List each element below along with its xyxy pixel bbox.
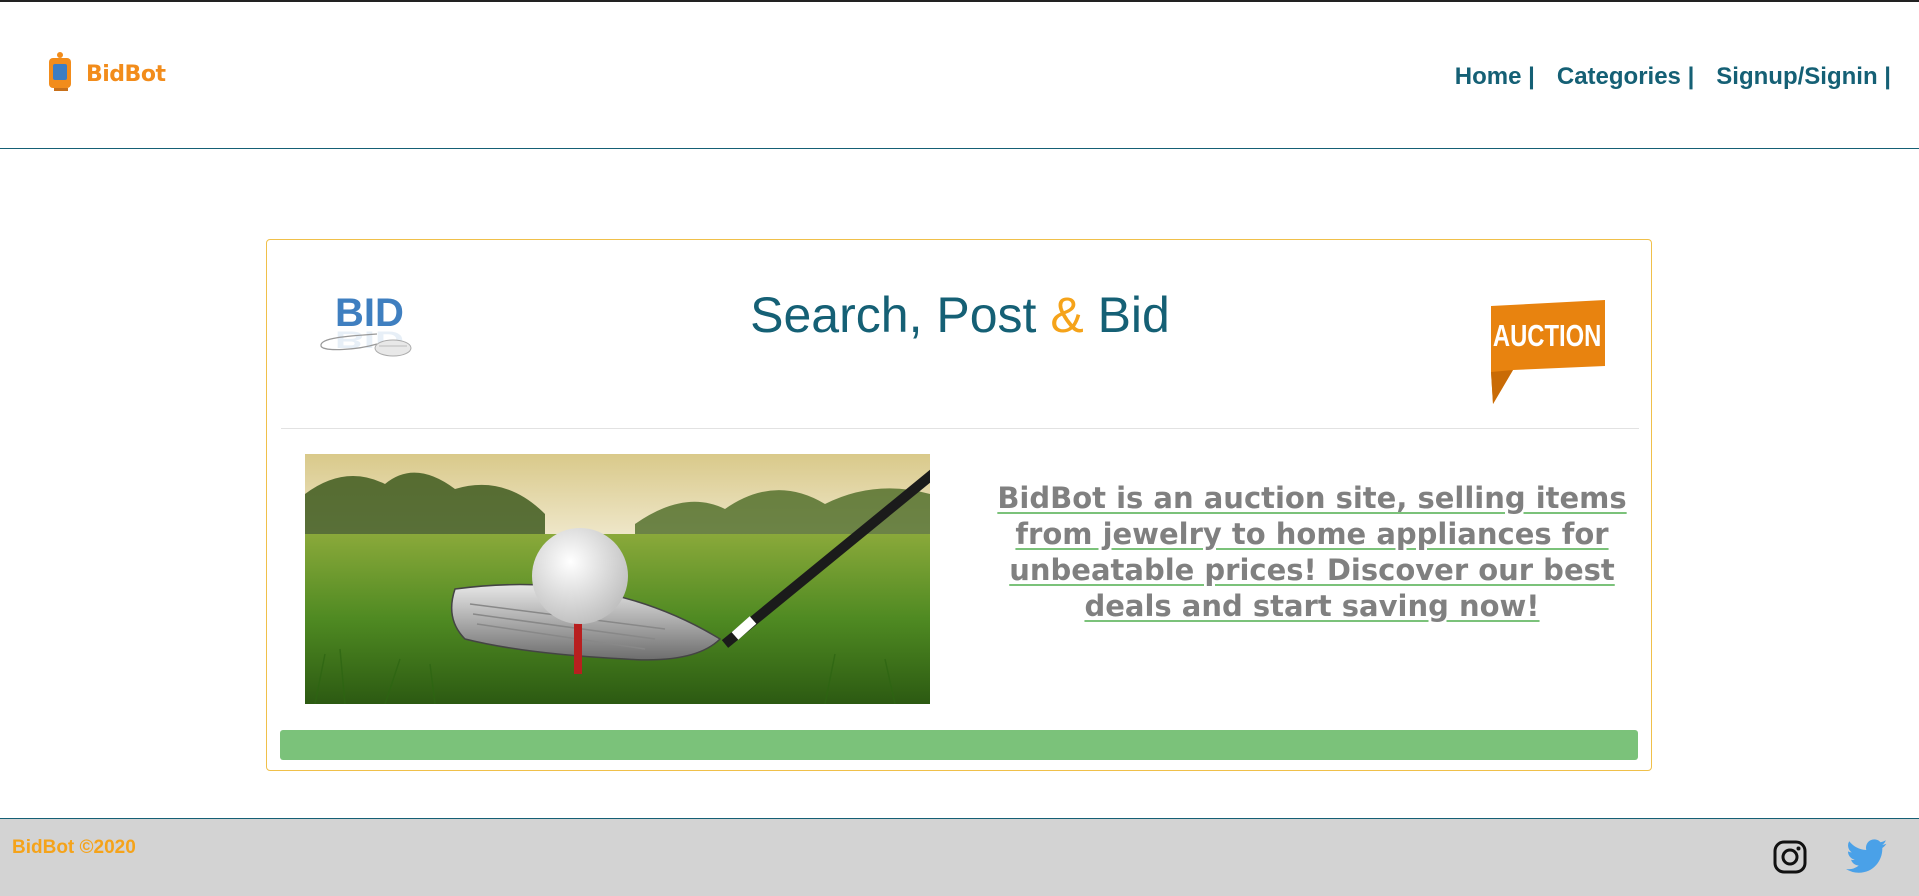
golf-hero-image: [305, 454, 930, 704]
main-nav: Home | Categories | Signup/Signin |: [1433, 63, 1891, 91]
nav-signup-signin[interactable]: Signup/Signin |: [1716, 63, 1891, 91]
site-description: BidBot is an auction site, selling items…: [997, 481, 1627, 623]
title-part2: Bid: [1097, 287, 1170, 343]
auction-tag-text: AUCTION: [1493, 318, 1601, 353]
title-ampersand: &: [1050, 287, 1084, 343]
title-part1: Search, Post: [750, 287, 1037, 343]
copyright-text: BidBot ©2020: [12, 837, 136, 858]
card-header: BID BID Search, Post & Bid AUCTION: [281, 240, 1639, 429]
site-footer: BidBot ©2020: [0, 818, 1919, 896]
twitter-icon[interactable]: [1846, 839, 1888, 875]
auction-tag-icon: AUCTION: [1491, 300, 1605, 404]
nav-home[interactable]: Home |: [1455, 63, 1535, 91]
logo-text: BidBot: [86, 62, 166, 87]
page-title: Search, Post & Bid: [281, 286, 1639, 344]
bidbot-logo[interactable]: BidBot: [46, 50, 166, 96]
hero-card: BID BID Search, Post & Bid AUCTION BidBo…: [266, 239, 1652, 771]
logo-mascot-icon: [49, 52, 71, 91]
instagram-icon[interactable]: [1772, 839, 1808, 875]
nav-categories[interactable]: Categories |: [1557, 63, 1694, 91]
site-header: BidBot Home | Categories | Signup/Signin…: [0, 2, 1919, 149]
card-footer-bar: [280, 730, 1638, 760]
